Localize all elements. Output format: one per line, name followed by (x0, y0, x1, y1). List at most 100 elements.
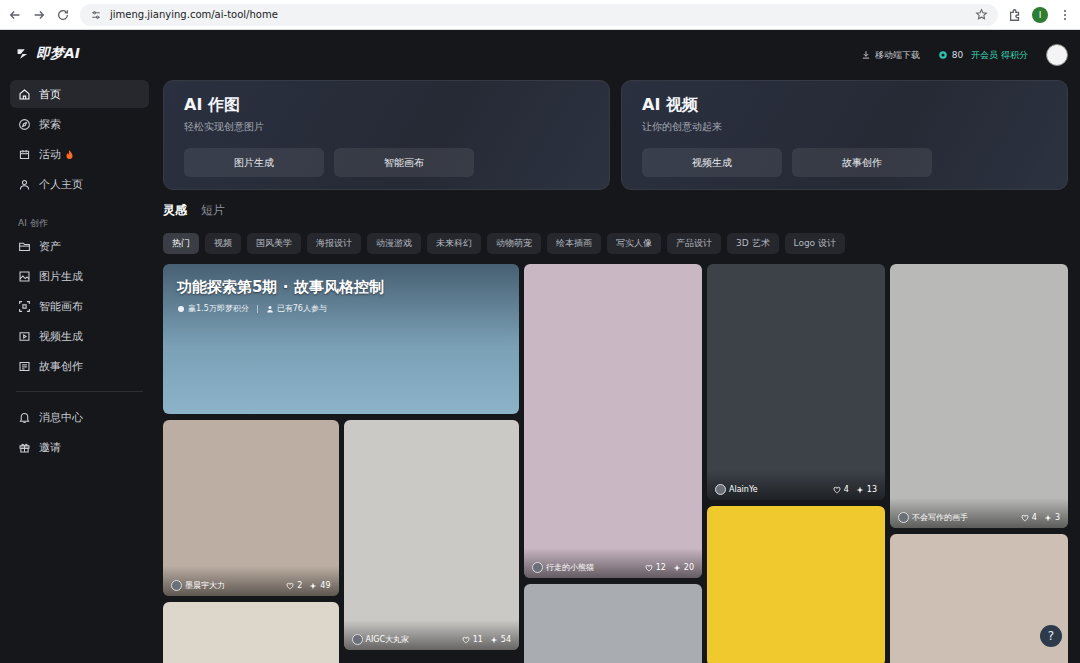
feature-banner[interactable]: 功能探索第5期 · 故事风格控制赢1.5万即梦积分已有76人参与 (163, 264, 519, 414)
sidebar-item[interactable]: 资产 (10, 232, 149, 260)
category-chip[interactable]: 国风美学 (247, 233, 301, 254)
gallery-card[interactable]: 行走的小熊猫 12 20 (524, 264, 702, 578)
sidebar-item[interactable]: 个人主页 (10, 170, 149, 198)
hero-title: AI 作图 (184, 95, 589, 116)
category-chips: 热门视频国风美学海报设计动漫游戏未来科幻动物萌宠绘本插画写实人像产品设计 3D 艺… (163, 233, 1068, 254)
hero-card: AI 作图轻松实现创意图片图片生成智能画布 (163, 80, 610, 190)
sidebar-item[interactable]: 探索 (10, 110, 149, 138)
forward-icon[interactable] (32, 8, 46, 22)
bookmark-star-icon[interactable] (975, 8, 988, 21)
sidebar-item[interactable]: 图片生成 (10, 262, 149, 290)
like-count: 2 (297, 581, 302, 590)
coin-icon (938, 50, 948, 60)
use-count: 20 (684, 563, 694, 572)
hero-subtitle: 让你的创意动起来 (642, 120, 1047, 134)
extensions-icon[interactable] (1008, 8, 1022, 22)
reload-icon[interactable] (56, 8, 70, 22)
site-info-icon[interactable] (90, 9, 102, 21)
hero-button[interactable]: 智能画布 (334, 148, 474, 177)
hero-button[interactable]: 视频生成 (642, 148, 782, 177)
address-bar[interactable]: jimeng.jianying.com/ai-tool/home (80, 4, 998, 26)
like-count: 4 (1032, 513, 1037, 522)
sidebar-item[interactable]: 消息中心 (10, 403, 149, 431)
sidebar-item[interactable]: 首页 (10, 80, 149, 108)
use-count: 54 (501, 635, 511, 644)
banner-separator (257, 305, 258, 313)
category-chip[interactable]: 动漫游戏 (367, 233, 421, 254)
sidebar-item-icon (18, 270, 31, 283)
gallery-card[interactable]: AIGC大丸家 11 54 (344, 420, 520, 650)
tab[interactable]: 灵感 (163, 202, 187, 219)
browser-toolbar: jimeng.jianying.com/ai-tool/home I (0, 0, 1080, 30)
author-avatar (171, 580, 182, 591)
heart-icon[interactable] (462, 636, 470, 644)
card-info: 行走的小熊猫 12 20 (524, 548, 702, 578)
category-chip[interactable]: 动物萌宠 (487, 233, 541, 254)
sparkle-icon[interactable] (490, 636, 498, 644)
category-chip[interactable]: 写实人像 (607, 233, 661, 254)
author-name[interactable]: AlainYe (729, 485, 758, 494)
sidebar-item[interactable]: 活动 (10, 140, 149, 168)
like-count: 11 (473, 635, 483, 644)
gallery-card[interactable]: AlainYe413 (707, 264, 885, 500)
category-chip[interactable]: 热门 (163, 233, 199, 254)
vip-link[interactable]: 开会员 得积分 (971, 49, 1028, 62)
mobile-download-link[interactable]: 移动端下载 (861, 49, 920, 62)
heart-icon[interactable] (645, 564, 653, 572)
top-bar: 移动端下载 80 开会员 得积分 (163, 30, 1068, 80)
card-info: 墨晨宇大力249 (163, 566, 339, 596)
category-chip[interactable]: 产品设计 (667, 233, 721, 254)
hero-button[interactable]: 故事创作 (792, 148, 932, 177)
category-chip[interactable]: 视频 (205, 233, 241, 254)
coin-icon (177, 305, 185, 313)
fire-icon (65, 149, 74, 160)
url-text[interactable]: jimeng.jianying.com/ai-tool/home (110, 9, 967, 20)
gallery-card[interactable] (524, 584, 702, 663)
category-chip[interactable]: 海报设计 (307, 233, 361, 254)
hero-button[interactable]: 图片生成 (184, 148, 324, 177)
help-button[interactable]: ? (1040, 625, 1062, 647)
gallery-card[interactable] (163, 602, 339, 663)
profile-avatar[interactable]: I (1032, 7, 1048, 23)
heart-icon[interactable] (286, 582, 294, 590)
sparkle-icon[interactable] (673, 564, 681, 572)
gallery-card[interactable] (890, 534, 1068, 663)
category-chip[interactable]: 3D 艺术 (727, 233, 779, 254)
download-icon (861, 50, 871, 60)
gallery-card[interactable] (707, 506, 885, 663)
more-menu-icon[interactable] (1058, 8, 1072, 22)
author-name[interactable]: 不会写作的画手 (912, 512, 968, 523)
sidebar-item[interactable]: 智能画布 (10, 292, 149, 320)
tab[interactable]: 短片 (201, 202, 225, 219)
logo-icon (16, 47, 32, 61)
sidebar-item[interactable]: 视频生成 (10, 322, 149, 350)
points-balance[interactable]: 80 (938, 50, 963, 60)
author-avatar (715, 484, 726, 495)
sparkle-icon[interactable] (856, 486, 864, 494)
sidebar-item[interactable]: 故事创作 (10, 352, 149, 380)
sidebar-item[interactable]: 邀请 (10, 433, 149, 461)
sparkle-icon[interactable] (309, 582, 317, 590)
user-avatar[interactable] (1046, 44, 1068, 66)
category-chip[interactable]: 绘本插画 (547, 233, 601, 254)
card-info: AIGC大丸家 11 54 (344, 620, 520, 650)
sparkle-icon[interactable] (1044, 514, 1052, 522)
gallery-card[interactable]: 不会写作的画手43 (890, 264, 1068, 528)
author-name[interactable]: 行走的小熊猫 (546, 562, 594, 573)
heart-icon[interactable] (833, 486, 841, 494)
heart-icon[interactable] (1021, 514, 1029, 522)
author-name[interactable]: 墨晨宇大力 (185, 580, 225, 591)
category-chip[interactable]: Logo 设计 (785, 233, 845, 254)
logo[interactable]: 即梦AI (10, 30, 149, 78)
author-avatar (352, 634, 363, 645)
card-info: AlainYe413 (707, 470, 885, 500)
category-chip[interactable]: 未来科幻 (427, 233, 481, 254)
hero-subtitle: 轻松实现创意图片 (184, 120, 589, 134)
back-icon[interactable] (8, 8, 22, 22)
like-count: 4 (844, 485, 849, 494)
like-count: 12 (656, 563, 666, 572)
app-window: jimeng.jianying.com/ai-tool/home I 即梦AI首页探… (0, 0, 1080, 663)
author-name[interactable]: AIGC大丸家 (366, 634, 410, 645)
banner-participants: 已有76人参与 (266, 303, 327, 314)
gallery-card[interactable]: 墨晨宇大力249 (163, 420, 339, 596)
